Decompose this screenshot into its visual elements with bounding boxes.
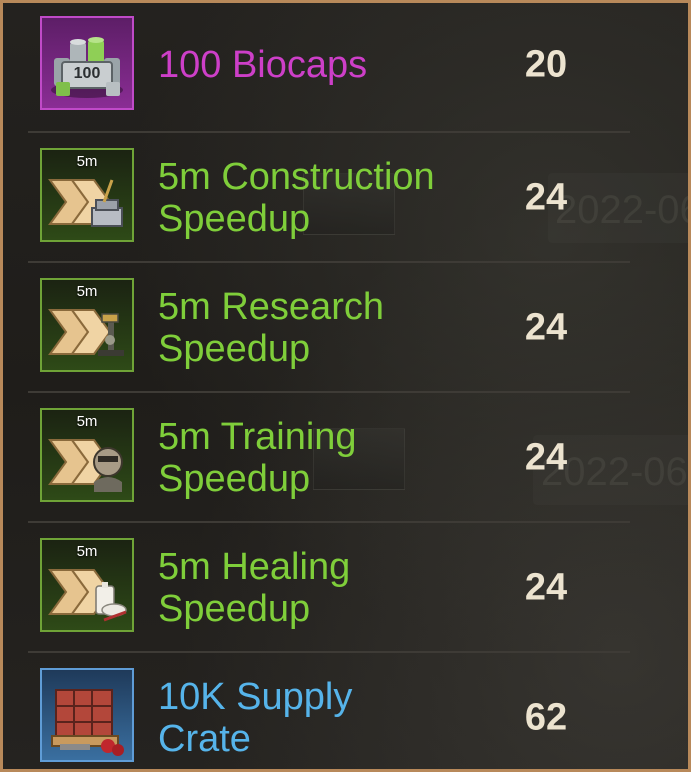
construction-speedup-icon: 5m (40, 148, 134, 242)
reward-name: 100 Biocaps (158, 44, 488, 86)
reward-list-panel: 2022-06 2022-06 100 100 Biocaps 20 5m 5m… (0, 0, 691, 772)
reward-name-line2: Speedup (158, 588, 311, 630)
biocaps-icon: 100 (40, 16, 134, 110)
speedup-duration-tag: 5m (76, 543, 98, 560)
reward-name-line1: 5m Healing (158, 546, 351, 588)
reward-name: 5m Research Speedup (158, 286, 488, 370)
research-speedup-icon: 5m (40, 278, 134, 372)
reward-name-line1: 5m Training (158, 416, 357, 458)
reward-quantity: 62 (524, 696, 568, 739)
healing-speedup-icon: 5m (40, 538, 134, 632)
biocaps-icon-label: 100 (73, 65, 101, 82)
speedup-duration-tag: 5m (76, 153, 98, 170)
speedup-duration-tag: 5m (76, 413, 98, 430)
supply-crate-icon (40, 668, 134, 762)
reward-quantity: 20 (524, 43, 568, 86)
reward-name-line1: 100 Biocaps (158, 44, 368, 86)
reward-name: 5m Construction Speedup (158, 156, 488, 240)
reward-quantity: 24 (524, 566, 568, 609)
reward-name: 10K Supply Crate (158, 676, 488, 760)
reward-row[interactable]: 5m 5m Research Speedup 24 (28, 263, 630, 393)
training-speedup-icon: 5m (40, 408, 134, 502)
reward-row[interactable]: 5m 5m Training Speedup 24 (28, 393, 630, 523)
reward-name-line1: 5m Research (158, 286, 384, 328)
reward-name-line2: Speedup (158, 458, 311, 500)
reward-name-line2: Speedup (158, 198, 311, 240)
reward-name-line2: Speedup (158, 328, 311, 370)
reward-quantity: 24 (524, 176, 568, 219)
reward-row[interactable]: 10K Supply Crate 62 (28, 653, 630, 769)
reward-row[interactable]: 100 100 Biocaps 20 (28, 3, 630, 133)
reward-name-line2: Crate (158, 718, 251, 760)
reward-quantity: 24 (524, 436, 568, 479)
reward-name-line1: 5m Construction (158, 156, 435, 198)
reward-name: 5m Healing Speedup (158, 546, 488, 630)
speedup-duration-tag: 5m (76, 283, 98, 300)
reward-name: 5m Training Speedup (158, 416, 488, 500)
reward-row[interactable]: 5m 5m Healing Speedup 24 (28, 523, 630, 653)
reward-name-line1: 10K Supply (158, 676, 353, 718)
reward-quantity: 24 (524, 306, 568, 349)
reward-row[interactable]: 5m 5m Construction Speedup 24 (28, 133, 630, 263)
